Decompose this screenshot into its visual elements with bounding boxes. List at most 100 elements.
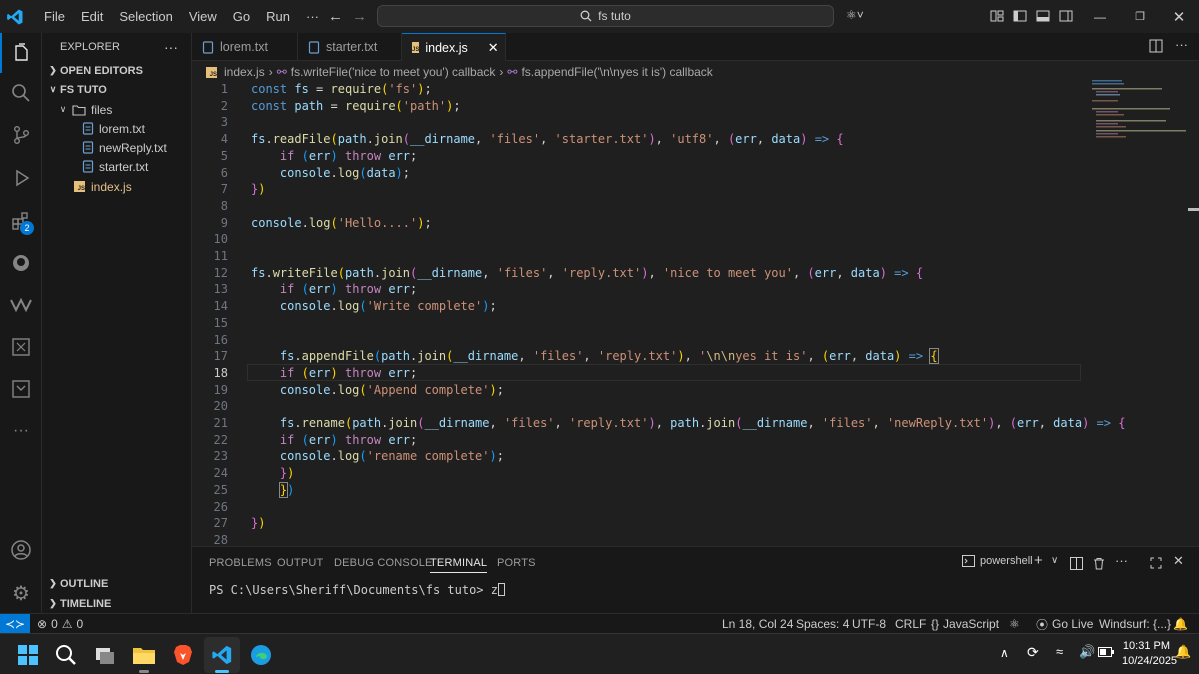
go-live-button[interactable]: ⦿ Go Live xyxy=(1036,614,1093,634)
editor-scrollbar[interactable] xyxy=(1188,82,1199,544)
battery-icon[interactable] xyxy=(1098,646,1114,660)
tab-starter[interactable]: starter.txt xyxy=(298,33,402,61)
extensions-badge: 2 xyxy=(20,221,34,235)
tab-lorem[interactable]: lorem.txt xyxy=(192,33,298,61)
open-editors-section[interactable]: ❯ OPEN EDITORS xyxy=(46,61,143,80)
terminal-output[interactable]: PS C:\Users\Sheriff\Documents\fs tuto> z xyxy=(209,583,505,597)
remote-explorer-icon[interactable] xyxy=(0,369,42,409)
tray-overflow-chevron-icon[interactable]: ∧ xyxy=(1000,646,1009,660)
trash-icon[interactable] xyxy=(1093,557,1105,570)
search-view-icon[interactable] xyxy=(0,73,42,113)
function-icon: ⚯ xyxy=(276,65,287,79)
menu-more[interactable]: ··· xyxy=(298,0,327,33)
end-of-line[interactable]: CRLF xyxy=(895,614,926,634)
problems-status[interactable]: ⊗ 0 ⚠ 0 xyxy=(37,614,83,634)
panel-tab-output[interactable]: OUTPUT xyxy=(277,557,323,569)
timeline-section[interactable]: ❯ TIMELINE xyxy=(46,594,111,613)
task-view-icon[interactable] xyxy=(87,637,123,673)
tab-index[interactable]: JS index.js ✕ xyxy=(402,33,506,61)
editor-more-icon[interactable]: ··· xyxy=(1175,37,1188,52)
windows-start-icon[interactable] xyxy=(10,637,46,673)
chevron-down-icon[interactable]: ∨ xyxy=(1051,555,1058,566)
menu-bar: File Edit Selection View Go Run ··· xyxy=(36,0,327,33)
tree-file-lorem[interactable]: lorem.txt xyxy=(82,119,145,138)
run-debug-icon[interactable] xyxy=(0,158,42,198)
close-panel-icon[interactable]: ✕ xyxy=(1173,553,1184,569)
toggle-panel-icon[interactable] xyxy=(1036,9,1050,23)
menu-run[interactable]: Run xyxy=(258,0,298,33)
tree-file-index[interactable]: JS index.js xyxy=(74,177,132,196)
toggle-secondary-sidebar-icon[interactable] xyxy=(1059,9,1073,23)
menu-edit[interactable]: Edit xyxy=(73,0,111,33)
vscode-taskbar-icon[interactable] xyxy=(204,637,240,673)
wifi-icon[interactable]: ≈ xyxy=(1056,644,1063,659)
customize-layout-icon[interactable] xyxy=(990,9,1004,23)
restore-button[interactable]: ❐ xyxy=(1120,0,1160,33)
code-editor[interactable]: 1 2 3 4 5 6 7 8 9 10 11 12 13 14 15 16 17 18 19 20 21 22 23 24 2… xyxy=(192,82,1188,544)
menu-file[interactable]: File xyxy=(36,0,73,33)
account-icon[interactable] xyxy=(0,530,42,570)
windsurf-status[interactable]: Windsurf: {...} xyxy=(1099,614,1171,634)
panel-tab-terminal[interactable]: TERMINAL xyxy=(430,557,488,573)
workspace-folder[interactable]: ∨ FS TUTO xyxy=(46,80,107,99)
breadcrumb-seg2[interactable]: fs.appendFile('\n\nyes it is') callback xyxy=(521,65,712,79)
edge-browser-icon[interactable] xyxy=(243,637,279,673)
remote-indicator-icon[interactable]: ≺≻ xyxy=(0,614,30,633)
warning-count: 0 xyxy=(76,617,84,631)
chevron-down-icon: ∨ xyxy=(59,104,67,114)
panel-more-icon[interactable]: ··· xyxy=(1115,553,1128,568)
toggle-sidebar-icon[interactable] xyxy=(1013,9,1027,23)
command-center-search[interactable]: fs tuto xyxy=(377,5,834,27)
more-views-icon[interactable]: ··· xyxy=(0,411,42,451)
encoding[interactable]: UTF-8 xyxy=(852,614,886,634)
volume-icon[interactable]: 🔊 xyxy=(1079,644,1095,660)
terminal-shell-selector[interactable]: powershell xyxy=(962,555,1033,567)
brave-browser-icon[interactable] xyxy=(165,637,201,673)
menu-selection[interactable]: Selection xyxy=(111,0,180,33)
new-terminal-icon[interactable]: + xyxy=(1034,552,1043,569)
maximize-panel-icon[interactable] xyxy=(1150,557,1162,569)
language-mode[interactable]: {} JavaScript xyxy=(931,614,999,634)
breadcrumb-seg1[interactable]: fs.writeFile('nice to meet you') callbac… xyxy=(291,65,496,79)
sync-icon[interactable]: ⟳ xyxy=(1027,644,1039,661)
extensions-icon[interactable]: 2 xyxy=(0,201,42,241)
close-tab-icon[interactable]: ✕ xyxy=(488,40,499,56)
menu-view[interactable]: View xyxy=(181,0,225,33)
tree-folder-files[interactable]: ∨ files xyxy=(56,100,113,119)
copilot-icon[interactable]: ⚛˅ xyxy=(846,8,864,22)
split-terminal-icon[interactable] xyxy=(1070,557,1083,570)
notification-bell-icon[interactable]: 🔔 xyxy=(1175,644,1191,660)
close-window-button[interactable]: ✕ xyxy=(1159,0,1199,33)
tree-file-starter[interactable]: starter.txt xyxy=(82,157,148,176)
cursor-position[interactable]: Ln 18, Col 24 xyxy=(722,614,793,634)
source-control-icon[interactable] xyxy=(0,115,42,155)
tree-file-newreply[interactable]: newReply.txt xyxy=(82,138,167,157)
explorer-more-icon[interactable]: ··· xyxy=(164,37,178,56)
panel-tab-problems[interactable]: PROBLEMS xyxy=(209,557,272,569)
line-number: 21 xyxy=(213,416,228,430)
bell-icon[interactable]: 🔔 xyxy=(1173,614,1188,634)
git-graph-icon[interactable] xyxy=(0,327,42,367)
github-icon[interactable] xyxy=(0,243,42,283)
line-number: 6 xyxy=(220,165,228,180)
outline-section[interactable]: ❯ OUTLINE xyxy=(46,574,108,593)
windsurf-icon[interactable] xyxy=(0,285,42,325)
breadcrumb-file[interactable]: index.js xyxy=(224,65,265,79)
forward-arrow-icon[interactable]: → xyxy=(352,8,367,25)
minimize-button[interactable]: — xyxy=(1080,0,1120,33)
settings-gear-icon[interactable]: ⚙ xyxy=(0,573,42,613)
explorer-icon[interactable] xyxy=(0,33,42,73)
file-explorer-icon[interactable] xyxy=(126,637,162,673)
panel-tab-ports[interactable]: PORTS xyxy=(497,557,536,569)
clock[interactable]: 10:31 PM 10/24/2025 xyxy=(1122,639,1177,669)
back-arrow-icon[interactable]: ← xyxy=(328,8,343,25)
indentation[interactable]: Spaces: 4 xyxy=(796,614,849,634)
minimap[interactable] xyxy=(1088,78,1188,144)
copilot-status-icon[interactable]: ⚛ xyxy=(1009,614,1020,634)
taskbar-search-icon[interactable] xyxy=(48,637,84,673)
split-editor-icon[interactable] xyxy=(1149,39,1163,56)
line-number: 20 xyxy=(213,399,228,414)
menu-go[interactable]: Go xyxy=(225,0,258,33)
terminal-cursor xyxy=(497,583,505,596)
panel-tab-debug-console[interactable]: DEBUG CONSOLE xyxy=(334,557,433,569)
